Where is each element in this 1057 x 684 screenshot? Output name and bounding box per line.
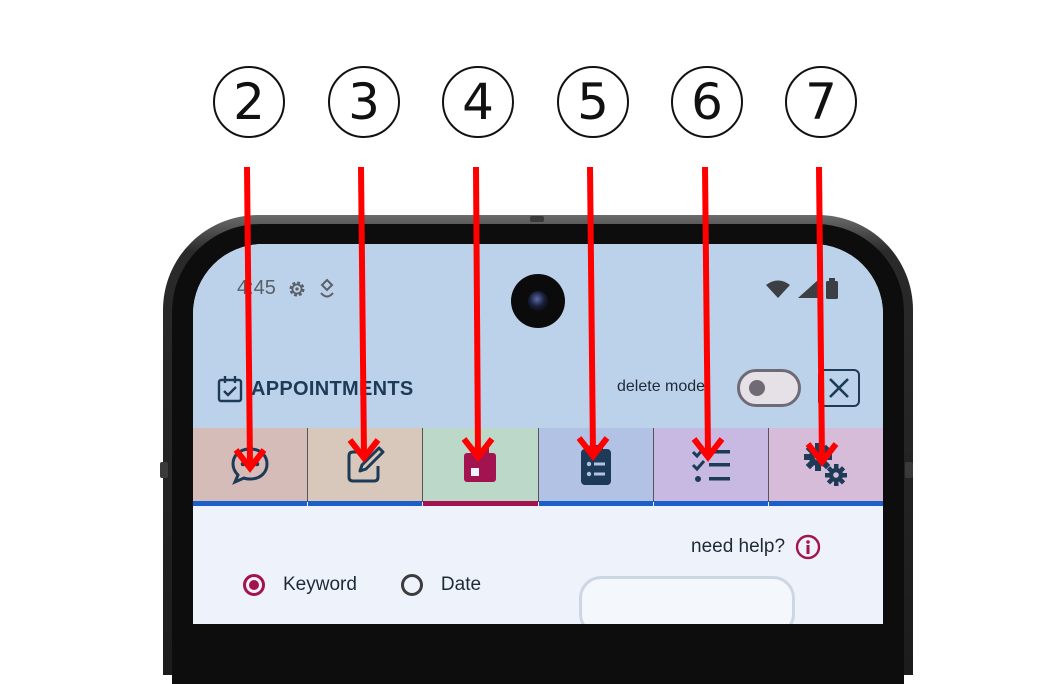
callout-4: 4: [442, 66, 514, 138]
toggle-knob: [749, 380, 765, 396]
clipboard-list-icon: [580, 445, 611, 485]
app-title: APPOINTMENTS: [217, 375, 414, 403]
tab-checklist[interactable]: [653, 428, 769, 506]
tab-underline: [653, 501, 768, 506]
checklist-icon: [691, 447, 730, 482]
phone-top-slot: [530, 216, 544, 222]
calendar-day-icon: [464, 447, 497, 482]
chat-bubble-icon: [231, 447, 269, 485]
callout-2: 2: [213, 66, 285, 138]
edit-note-icon: [347, 446, 385, 483]
radio-keyword[interactable]: [243, 574, 265, 596]
tab-underline: [768, 501, 883, 506]
phone-side-button-left: [160, 462, 168, 478]
tab-edit[interactable]: [308, 428, 424, 506]
phone-screen: 4:45 APPOINTMENTS delete mode need help?…: [193, 244, 883, 624]
cell-signal-icon: [798, 280, 818, 298]
search-mode-options: Keyword Date: [243, 574, 481, 596]
phone-side-button-right: [905, 462, 913, 478]
status-bar: 4:45: [237, 277, 336, 300]
callout-5: 5: [557, 66, 629, 138]
radio-keyword-label: Keyword: [283, 574, 357, 595]
help-label: need help?: [691, 536, 786, 557]
settings-gear-icon: [289, 280, 305, 297]
tab-clipboard-list[interactable]: [538, 428, 654, 506]
tab-calendar-day[interactable]: [423, 428, 539, 506]
tab-underline: [538, 501, 653, 506]
tab-chat[interactable]: [193, 428, 309, 506]
close-button[interactable]: [818, 369, 860, 407]
delete-mode-toggle[interactable]: [737, 369, 801, 407]
location-pin-icon: [320, 278, 334, 297]
tab-underline-active: [423, 501, 538, 506]
tab-bar: [193, 428, 883, 506]
tab-underline: [193, 501, 308, 506]
status-time: 4:45: [237, 277, 276, 299]
callout-6: 6: [671, 66, 743, 138]
close-icon: [829, 378, 849, 398]
help-link[interactable]: need help?: [691, 534, 821, 560]
delete-mode-label: delete mode: [617, 378, 706, 395]
app-title-text: APPOINTMENTS: [251, 377, 414, 400]
system-icons: [765, 278, 839, 300]
gears-icon: [803, 443, 847, 486]
front-camera: [511, 274, 565, 328]
radio-date-label: Date: [440, 574, 482, 595]
tab-settings[interactable]: [768, 428, 883, 506]
wifi-icon: [766, 280, 790, 298]
callout-3: 3: [328, 66, 400, 138]
search-input[interactable]: [579, 576, 795, 624]
calendar-check-icon: [217, 376, 243, 403]
tab-underline: [308, 501, 423, 506]
info-icon: [795, 534, 821, 560]
radio-date[interactable]: [400, 574, 423, 596]
battery-icon: [826, 278, 838, 299]
callout-7: 7: [785, 66, 857, 138]
